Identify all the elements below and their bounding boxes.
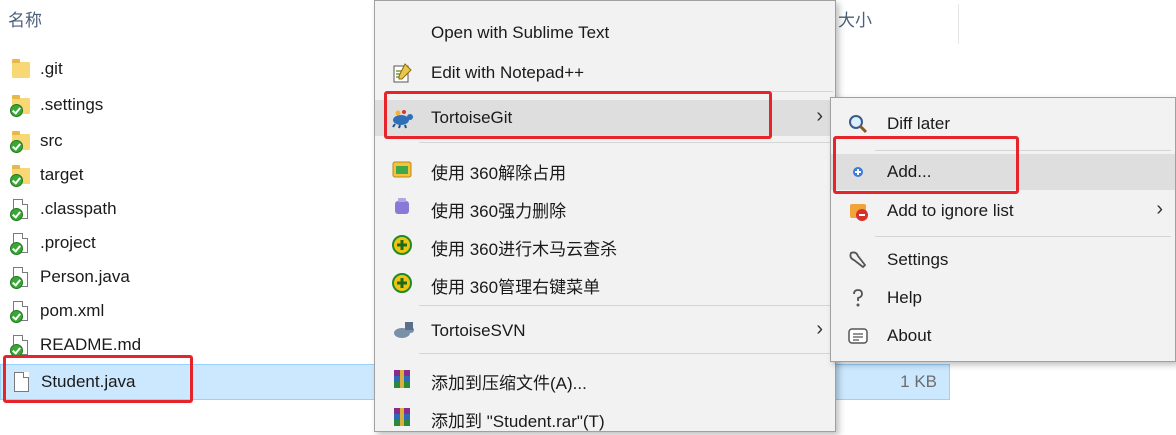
menu-item-label: 添加到压缩文件(A)... [431, 374, 587, 393]
delete-360-icon [391, 196, 413, 218]
file-name: Person.java [40, 267, 130, 286]
tortoisegit-submenu: Diff later Add... Add to ignore list › S… [830, 97, 1176, 362]
file-name: .project [40, 233, 96, 252]
file-git-ok-icon [10, 301, 32, 323]
submenu-item-label: Add... [887, 162, 932, 181]
column-header-size[interactable]: 大小 [838, 6, 872, 31]
winrar-icon [391, 368, 413, 390]
menu-item-label: 添加到 "Student.rar"(T) [431, 412, 605, 431]
menu-item-360-unlock[interactable]: 使用 360解除占用 [375, 151, 835, 187]
file-name: target [40, 165, 84, 184]
folder-git-ok-icon [10, 165, 32, 187]
tortoisesvn-icon [391, 320, 414, 342]
chevron-right-icon: › [816, 105, 823, 127]
chevron-right-icon: › [816, 318, 823, 340]
column-divider[interactable] [958, 4, 959, 44]
folder-icon [10, 59, 32, 81]
context-menu: Open with Sublime Text Edit with Notepad… [374, 0, 836, 432]
winrar-icon [391, 406, 413, 428]
file-git-ok-icon [10, 233, 32, 255]
menu-item-tortoisegit[interactable]: TortoiseGit › [375, 100, 835, 136]
file-name: .settings [40, 95, 104, 114]
file-name: pom.xml [40, 301, 105, 320]
manage-360-icon [391, 272, 413, 294]
chevron-right-icon: › [1156, 198, 1163, 220]
notepad-plus-plus-icon [391, 62, 413, 84]
file-name: Student.java [41, 372, 136, 391]
menu-item-label: 使用 360强力删除 [431, 202, 567, 221]
menu-separator [875, 150, 1171, 151]
about-icon [847, 325, 869, 347]
menu-item-label: TortoiseGit [431, 108, 513, 127]
menu-separator [419, 142, 833, 143]
submenu-item-label: Help [887, 288, 922, 307]
submenu-item-label: Diff later [887, 114, 950, 133]
folder-git-ok-icon [10, 95, 32, 117]
menu-separator [419, 305, 833, 306]
submenu-item-label: Add to ignore list [887, 201, 1014, 220]
file-git-ok-icon [10, 335, 32, 357]
add-icon [847, 161, 869, 183]
menu-item-label: Open with Sublime Text [431, 23, 610, 42]
menu-item-360-manage[interactable]: 使用 360管理右键菜单 [375, 265, 835, 301]
menu-item-label: Edit with Notepad++ [431, 63, 585, 82]
submenu-item-diff-later[interactable]: Diff later [831, 106, 1175, 142]
submenu-item-label: About [887, 326, 932, 345]
menu-separator [419, 91, 833, 92]
file-icon [11, 372, 33, 394]
column-header-name[interactable]: 名称 [8, 6, 42, 31]
file-name: src [40, 131, 63, 150]
file-git-ok-icon [10, 267, 32, 289]
submenu-item-add[interactable]: Add... [831, 154, 1175, 190]
file-name: .classpath [40, 199, 117, 218]
menu-item-360-scan[interactable]: 使用 360进行木马云查杀 [375, 227, 835, 263]
menu-item-winrar-add-student-rar[interactable]: 添加到 "Student.rar"(T) [375, 399, 835, 435]
submenu-item-settings[interactable]: Settings [831, 242, 1175, 278]
help-icon [847, 287, 869, 309]
folder-git-ok-icon [10, 131, 32, 153]
menu-separator [419, 353, 833, 354]
menu-item-winrar-add-archive[interactable]: 添加到压缩文件(A)... [375, 361, 835, 397]
file-name: .git [40, 59, 63, 78]
menu-item-360-delete[interactable]: 使用 360强力删除 [375, 189, 835, 225]
menu-item-open-sublime[interactable]: Open with Sublime Text [375, 15, 835, 51]
ignore-icon [847, 200, 869, 222]
menu-item-label: 使用 360进行木马云查杀 [431, 240, 618, 259]
menu-item-tortoisesvn[interactable]: TortoiseSVN › [375, 313, 835, 349]
submenu-item-help[interactable]: Help [831, 280, 1175, 316]
menu-item-label: TortoiseSVN [431, 321, 526, 340]
scan-360-icon [391, 234, 413, 256]
file-size: 1 KB [900, 372, 937, 391]
settings-wrench-icon [847, 249, 869, 271]
magnifier-icon [847, 113, 869, 135]
menu-item-edit-notepad[interactable]: Edit with Notepad++ [375, 55, 835, 91]
submenu-item-add-ignore[interactable]: Add to ignore list › [831, 193, 1175, 229]
menu-item-label: 使用 360解除占用 [431, 164, 567, 183]
menu-item-label: 使用 360管理右键菜单 [431, 278, 601, 297]
tortoisegit-icon [391, 107, 413, 129]
file-git-ok-icon [10, 199, 32, 221]
menu-separator [875, 236, 1171, 237]
submenu-item-about[interactable]: About [831, 318, 1175, 354]
file-name: README.md [40, 335, 142, 354]
unlock-360-icon [391, 158, 413, 180]
submenu-item-label: Settings [887, 250, 949, 269]
